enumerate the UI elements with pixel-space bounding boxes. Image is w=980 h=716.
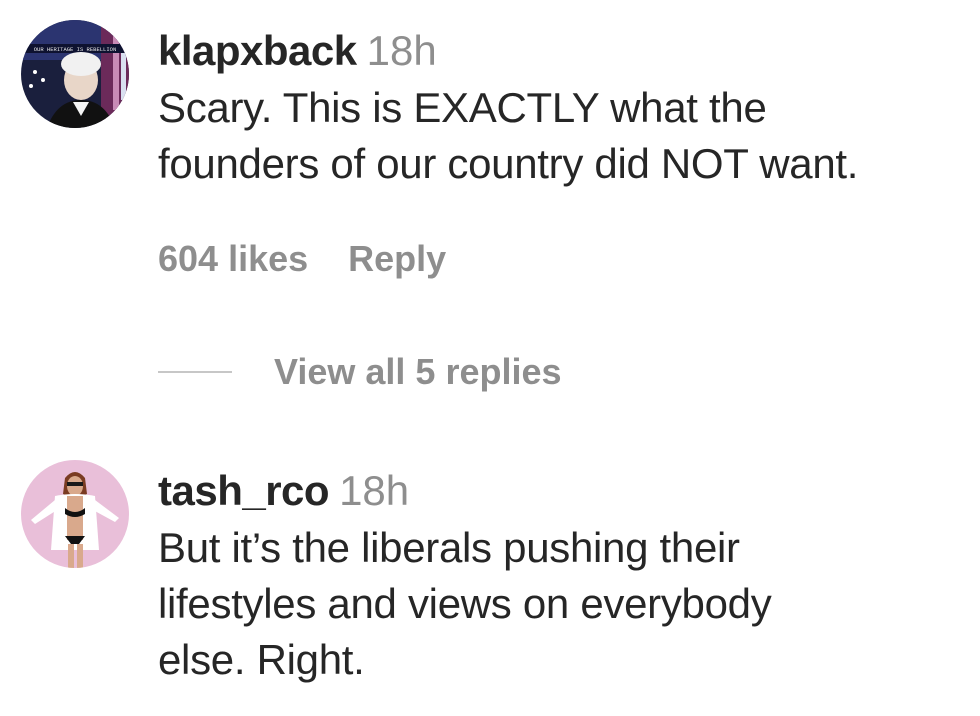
username-link[interactable]: klapxback	[158, 27, 357, 74]
username-link[interactable]: tash_rco	[158, 467, 330, 514]
view-replies-button[interactable]: View all 5 replies	[158, 350, 562, 394]
avatar-image	[21, 460, 129, 568]
reply-button[interactable]: Reply	[348, 238, 446, 279]
timestamp: 18h	[366, 27, 437, 74]
comment-text-line: lifestyles and views on everybody	[158, 580, 772, 627]
avatar-tash_rco[interactable]	[21, 460, 129, 568]
comment-text: But it’s the liberals pushing their life…	[158, 520, 980, 688]
comment-actions: 604 likes Reply	[158, 238, 446, 280]
avatar-klapxback[interactable]: OUR HERITAGE IS REBELLION	[21, 20, 129, 128]
view-replies-label: View all 5 replies	[274, 351, 562, 392]
avatar-banner-text: OUR HERITAGE IS REBELLION	[34, 46, 117, 53]
comment-header: klapxback 18h	[158, 26, 980, 76]
comment-header: tash_rco 18h	[158, 466, 980, 516]
comment-text-line: founders of our country did NOT want.	[158, 140, 859, 187]
comment-klapxback: OUR HERITAGE IS REBELLION klapxback 18h S…	[0, 0, 980, 340]
comment-text-line: But it’s the liberals pushing their	[158, 524, 740, 571]
comment-text-line: else. Right.	[158, 636, 365, 683]
comment-body: klapxback 18h Scary. This is EXACTLY what…	[158, 26, 980, 192]
replies-divider-line	[158, 371, 232, 373]
comment-text-line: Scary. This is EXACTLY what the	[158, 84, 767, 131]
comment-body: tash_rco 18h But it’s the liberals pushin…	[158, 466, 980, 688]
timestamp: 18h	[339, 467, 410, 514]
comment-text: Scary. This is EXACTLY what the founders…	[158, 80, 980, 192]
likes-count[interactable]: 604 likes	[158, 238, 308, 279]
comment-tash_rco: tash_rco 18h But it’s the liberals pushin…	[0, 440, 980, 716]
avatar-image: OUR HERITAGE IS REBELLION	[21, 20, 129, 128]
